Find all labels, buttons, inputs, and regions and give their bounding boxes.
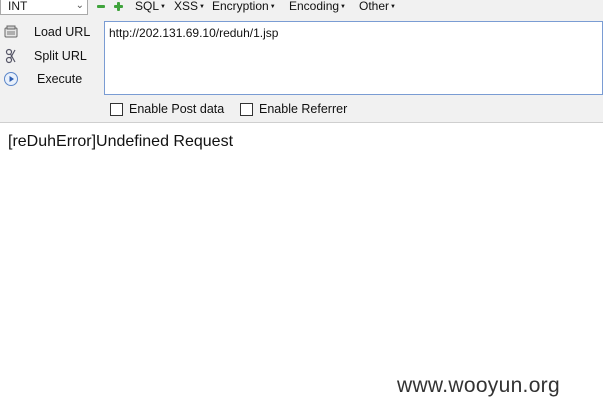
referrer-label: Enable Referrer [259,102,348,116]
load-url-icon [3,24,19,40]
url-textarea[interactable]: http://202.131.69.10/reduh/1.jsp [104,21,603,95]
menu-sql[interactable]: SQL▼ [135,0,166,14]
split-url-icon [3,48,19,64]
menu-sql-label: SQL [135,0,160,13]
type-select[interactable]: INT ⌄ [0,0,88,15]
minus-icon[interactable] [97,5,105,8]
split-url-button[interactable]: Split URL [0,46,100,66]
post-data-checkbox[interactable] [110,103,123,116]
menu-xss[interactable]: XSS▼ [174,0,205,14]
execute-play-icon [3,71,19,87]
plus-icon[interactable] [114,2,123,11]
dropdown-arrow-icon: ▼ [390,4,396,10]
split-url-label: Split URL [34,49,87,63]
dropdown-arrow-icon: ▼ [160,4,166,10]
dropdown-arrow-icon: ▼ [340,4,346,10]
menu-encoding[interactable]: Encoding▼ [289,0,346,14]
hackbar-toolbar: INT ⌄ SQL▼ XSS▼ Encryption▼ Encoding▼ Ot… [0,0,603,123]
execute-button[interactable]: Execute [0,69,100,89]
execute-label: Execute [37,72,83,86]
menu-row: INT ⌄ SQL▼ XSS▼ Encryption▼ Encoding▼ Ot… [0,0,603,16]
menu-other-label: Other [359,0,390,13]
chevron-down-icon: ⌄ [75,0,84,11]
menu-other[interactable]: Other▼ [359,0,396,14]
menu-xss-label: XSS [174,0,199,13]
url-value: http://202.131.69.10/reduh/1.jsp [109,26,279,40]
menu-encryption-label: Encryption [212,0,269,13]
post-data-label: Enable Post data [129,102,225,116]
response-text: [reDuhError]Undefined Request [8,133,234,150]
type-select-value: INT [8,0,28,13]
dropdown-arrow-icon: ▼ [199,4,205,10]
load-url-label: Load URL [34,25,91,39]
dropdown-arrow-icon: ▼ [269,4,276,10]
referrer-checkbox[interactable] [240,103,253,116]
watermark: www.wooyun.org [397,374,560,397]
load-url-button[interactable]: Load URL [0,22,100,42]
menu-encryption[interactable]: Encryption▼ [212,0,276,14]
menu-encoding-label: Encoding [289,0,340,13]
